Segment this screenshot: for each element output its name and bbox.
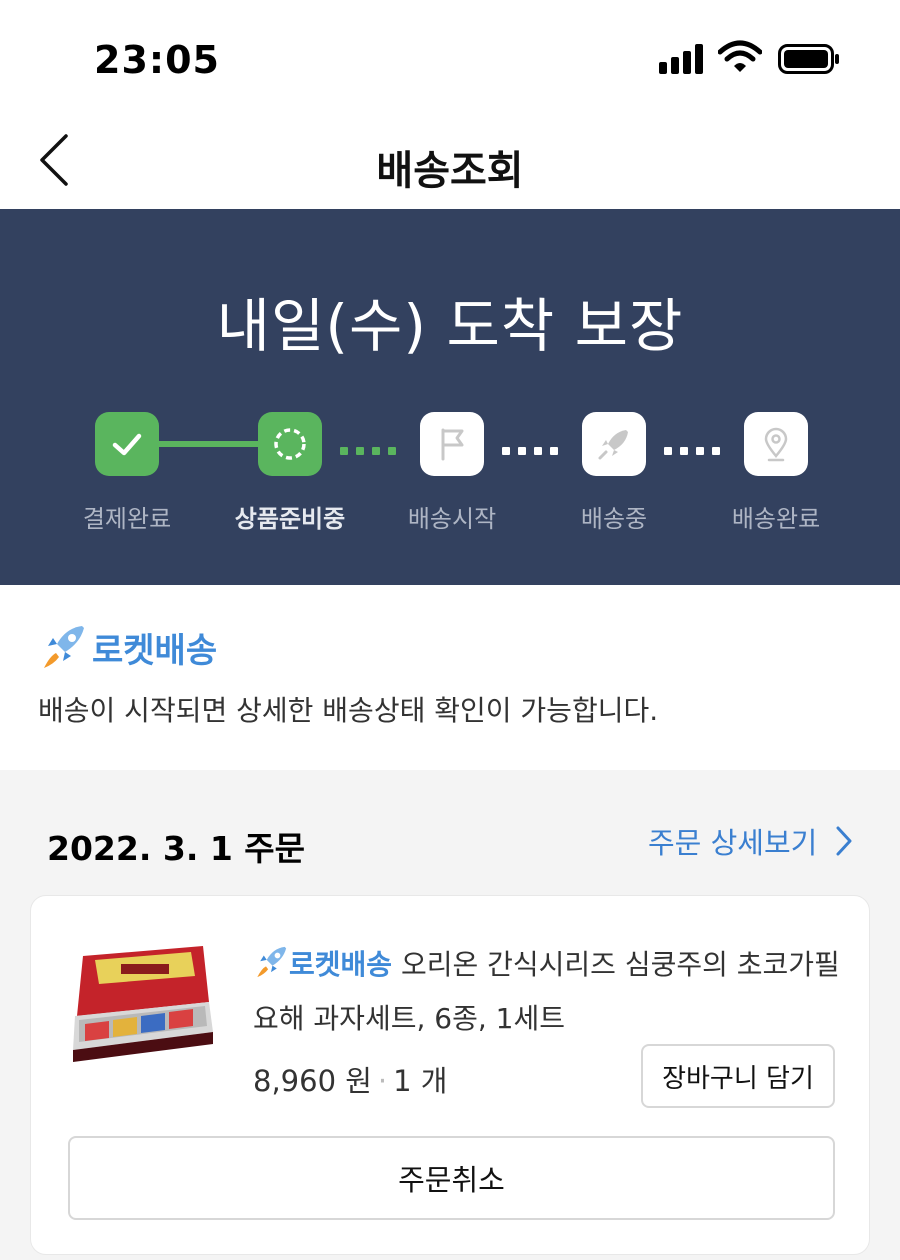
- product-image[interactable]: [69, 946, 215, 1062]
- chevron-right-icon: [836, 826, 852, 856]
- progress-dots-pending: [664, 447, 720, 455]
- product-price: 8,960 원: [253, 1064, 372, 1098]
- product-title[interactable]: 로켓배송 오리온 간식시리즈 심쿵주의 초코가필요해 과자세트, 6종, 1세트: [253, 938, 843, 1046]
- cancel-order-button[interactable]: 주문취소: [68, 1136, 835, 1220]
- rocket-delivery-notice: 로켓배송 배송이 시작되면 상세한 배송상태 확인이 가능합니다.: [0, 585, 900, 770]
- page-title: 배송조회: [376, 148, 524, 194]
- delivery-status-banner: 내일(수) 도착 보장 결제완료 상품준비중 배송시작 배송중 배송완료: [0, 209, 900, 585]
- rocket-icon: [598, 430, 628, 460]
- check-icon: [112, 433, 142, 456]
- cellular-signal-icon: [659, 44, 705, 74]
- step-delivered: [744, 412, 808, 476]
- progress-dots-pending: [502, 447, 558, 455]
- progress-line-done: [158, 441, 260, 447]
- flag-icon: [441, 428, 464, 461]
- delivery-status-note: 배송이 시작되면 상세한 배송상태 확인이 가능합니다.: [38, 694, 659, 727]
- step-label: 배송중: [580, 505, 648, 533]
- add-to-cart-button[interactable]: 장바구니 담기: [641, 1044, 835, 1108]
- step-shipping-started: [420, 412, 484, 476]
- price-separator: ·: [377, 1064, 388, 1098]
- order-detail-link[interactable]: 주문 상세보기: [648, 820, 853, 862]
- step-label: 배송완료: [731, 505, 821, 533]
- status-time: 23:05: [94, 38, 220, 82]
- rocket-delivery-logo: 로켓배송: [38, 622, 217, 672]
- order-date: 2022. 3. 1 주문: [47, 829, 306, 868]
- step-label: 결제완료: [82, 505, 172, 533]
- loading-circle-icon: [274, 428, 306, 460]
- status-bar: 23:05: [0, 0, 900, 110]
- rocket-delivery-label: 로켓배송: [92, 630, 218, 671]
- step-label: 배송시작: [407, 505, 497, 533]
- order-item-card: 로켓배송 오리온 간식시리즈 심쿵주의 초코가필요해 과자세트, 6종, 1세트…: [30, 895, 870, 1255]
- arrival-guarantee-title: 내일(수) 도착 보장: [216, 292, 684, 360]
- nav-bar: 배송조회: [0, 110, 900, 209]
- step-label-current: 상품준비중: [234, 505, 346, 533]
- order-detail-label: 주문 상세보기: [648, 826, 818, 860]
- price-row: 8,960 원 · 1 개: [253, 1058, 448, 1100]
- step-preparing: [258, 412, 322, 476]
- battery-icon: [778, 44, 840, 74]
- step-payment-complete: [95, 412, 159, 476]
- wifi-icon: [717, 40, 763, 74]
- step-in-transit: [582, 412, 646, 476]
- rocket-delivery-badge: 로켓배송: [289, 948, 393, 981]
- rocket-delivery-icon: [257, 946, 287, 978]
- progress-dots-current: [340, 447, 396, 455]
- rocket-delivery-icon: [44, 626, 84, 668]
- product-quantity: 1 개: [393, 1064, 448, 1098]
- location-pin-icon: [764, 427, 788, 462]
